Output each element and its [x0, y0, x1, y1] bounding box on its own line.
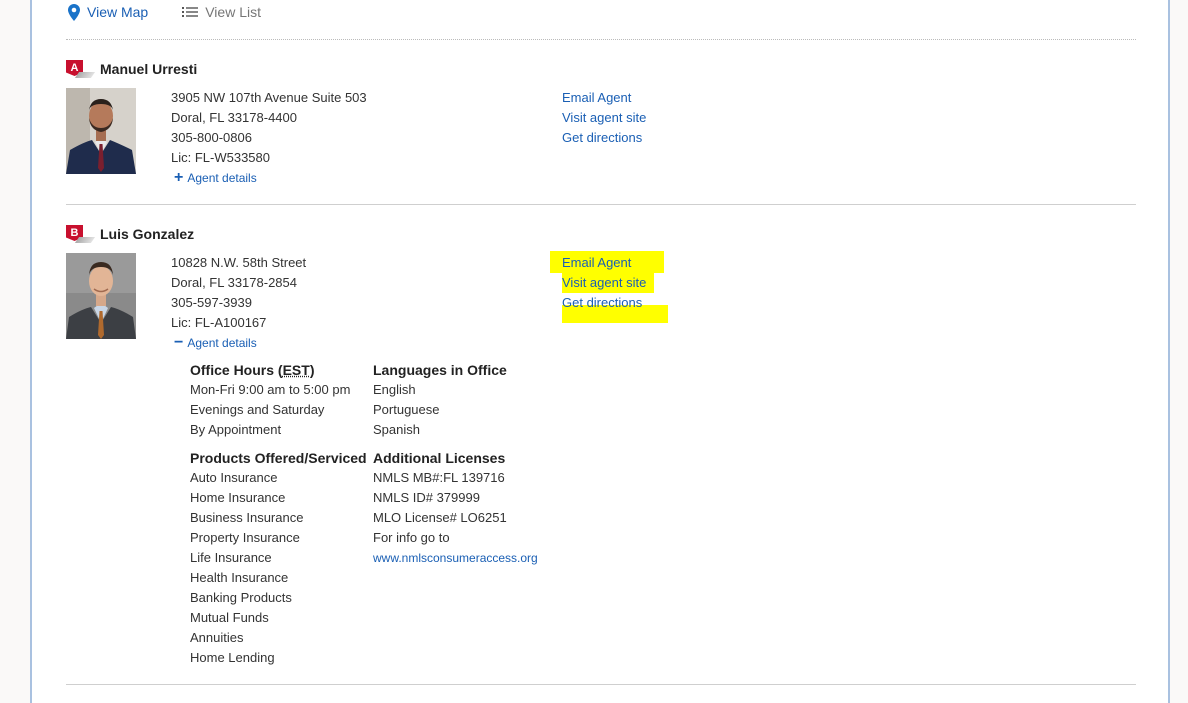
address-line: 10828 N.W. 58th Street [171, 253, 306, 273]
address-line: 3905 NW 107th Avenue Suite 503 [171, 88, 367, 108]
map-marker-icon: B [66, 223, 92, 245]
visit-agent-site-link[interactable]: Visit agent site [562, 108, 646, 128]
divider [66, 684, 1136, 685]
office-hours-line: By Appointment [190, 420, 350, 440]
languages-section: Languages in Office English Portuguese S… [373, 361, 507, 440]
agent-address: 10828 N.W. 58th Street Doral, FL 33178-2… [171, 253, 306, 333]
nmls-link[interactable]: www.nmlsconsumeraccess.org [373, 548, 538, 568]
product-item: Life Insurance [190, 548, 367, 568]
licenses-title: Additional Licenses [373, 449, 538, 467]
plus-icon: + [174, 172, 183, 184]
divider [66, 39, 1136, 40]
agent-header: B Luis Gonzalez [66, 223, 194, 245]
office-hours-title: Office Hours (EST) [190, 361, 350, 379]
product-item: Mutual Funds [190, 608, 367, 628]
licenses-section: Additional Licenses NMLS MB#:FL 139716 N… [373, 449, 538, 568]
license-item: NMLS ID# 379999 [373, 488, 538, 508]
products-title: Products Offered/Serviced [190, 449, 367, 467]
agent-phone[interactable]: 305-800-0806 [171, 128, 367, 148]
agent-license: Lic: FL-A100167 [171, 313, 306, 333]
product-item: Banking Products [190, 588, 367, 608]
product-item: Health Insurance [190, 568, 367, 588]
map-pin-icon [68, 4, 80, 21]
agent-name[interactable]: Manuel Urresti [100, 61, 197, 77]
agent-photo [66, 253, 136, 339]
language-item: English [373, 380, 507, 400]
office-hours-section: Office Hours (EST) Mon-Fri 9:00 am to 5:… [190, 361, 350, 440]
products-section: Products Offered/Serviced Auto Insurance… [190, 449, 367, 668]
view-list-button[interactable]: View List [182, 4, 261, 20]
agent-address: 3905 NW 107th Avenue Suite 503 Doral, FL… [171, 88, 367, 168]
agent-details-toggle[interactable]: + Agent details [174, 171, 257, 185]
minus-icon: − [174, 337, 183, 349]
license-item: MLO License# LO6251 [373, 508, 538, 528]
agent-name[interactable]: Luis Gonzalez [100, 226, 194, 242]
agent-phone[interactable]: 305-597-3939 [171, 293, 306, 313]
view-toggle: View Map View List [68, 2, 261, 22]
address-city: Doral, FL 33178-2854 [171, 273, 306, 293]
results-panel: View Map View List A Manuel Urresti 3905… [30, 0, 1170, 703]
product-item: Annuities [190, 628, 367, 648]
agent-details-toggle[interactable]: − Agent details [174, 336, 257, 350]
agent-details-label: Agent details [187, 171, 256, 185]
license-item: For info go to [373, 528, 538, 548]
product-item: Business Insurance [190, 508, 367, 528]
agent-header: A Manuel Urresti [66, 58, 197, 80]
email-agent-link[interactable]: Email Agent [562, 253, 646, 273]
license-item: NMLS MB#:FL 139716 [373, 468, 538, 488]
get-directions-link[interactable]: Get directions [562, 293, 646, 313]
visit-agent-site-link[interactable]: Visit agent site [562, 273, 646, 293]
agent-license: Lic: FL-W533580 [171, 148, 367, 168]
map-marker-icon: A [66, 58, 92, 80]
view-map-label: View Map [87, 4, 148, 20]
product-item: Auto Insurance [190, 468, 367, 488]
agent-actions: Email Agent Visit agent site Get directi… [562, 253, 646, 313]
agent-photo [66, 88, 136, 174]
list-icon [182, 6, 198, 18]
languages-title: Languages in Office [373, 361, 507, 379]
product-item: Home Insurance [190, 488, 367, 508]
language-item: Portuguese [373, 400, 507, 420]
agent-details-label: Agent details [187, 336, 256, 350]
view-list-label: View List [205, 4, 261, 20]
email-agent-link[interactable]: Email Agent [562, 88, 646, 108]
get-directions-link[interactable]: Get directions [562, 128, 646, 148]
product-item: Property Insurance [190, 528, 367, 548]
office-hours-line: Evenings and Saturday [190, 400, 350, 420]
agent-actions: Email Agent Visit agent site Get directi… [562, 88, 646, 148]
language-item: Spanish [373, 420, 507, 440]
product-item: Home Lending [190, 648, 367, 668]
timezone-abbr: EST [283, 362, 310, 378]
divider [66, 204, 1136, 205]
office-hours-line: Mon-Fri 9:00 am to 5:00 pm [190, 380, 350, 400]
view-map-button[interactable]: View Map [68, 4, 148, 21]
address-city: Doral, FL 33178-4400 [171, 108, 367, 128]
